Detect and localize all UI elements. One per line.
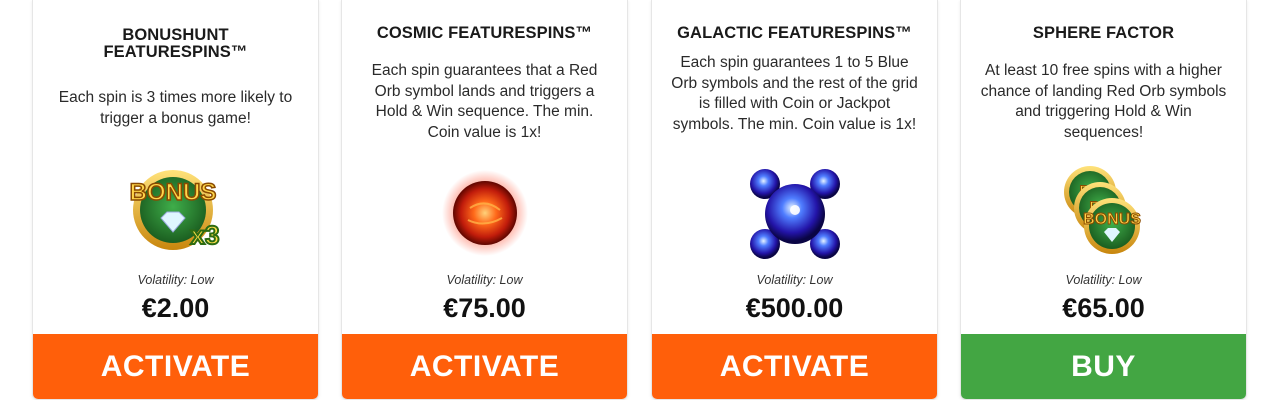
feature-card-sphere-factor: SPHERE FACTOR At least 10 free spins wit… xyxy=(960,0,1247,400)
blue-orbs-icon xyxy=(747,166,843,262)
red-orb-icon xyxy=(440,168,530,258)
price-label: €75.00 xyxy=(443,293,526,323)
svg-text:x3: x3 xyxy=(190,220,219,250)
feature-card-bonushunt: BONUSHUNT FEATURESPINS™ Each spin is 3 t… xyxy=(32,0,319,400)
buy-button[interactable]: BUY xyxy=(961,334,1246,399)
activate-button[interactable]: ACTIVATE xyxy=(33,334,318,399)
activate-button[interactable]: ACTIVATE xyxy=(652,334,937,399)
bonus-x3-coin-icon: BONUS x3 xyxy=(121,160,231,260)
card-description: At least 10 free spins with a higher cha… xyxy=(980,62,1227,141)
card-title: COSMIC FEATURESPINS™ xyxy=(376,24,593,42)
volatility-label: Volatility: Low xyxy=(446,273,523,287)
card-title: GALACTIC FEATURESPINS™ xyxy=(677,24,912,42)
price-label: €65.00 xyxy=(1062,293,1145,323)
stacked-bonus-coins-icon: BO BO BONUS xyxy=(1054,162,1154,262)
svg-text:BONUS: BONUS xyxy=(129,179,216,206)
volatility-label: Volatility: Low xyxy=(756,273,833,287)
card-description: Each spin guarantees that a Red Orb symb… xyxy=(371,62,598,141)
price-label: €500.00 xyxy=(745,293,844,323)
feature-card-galactic: GALACTIC FEATURESPINS™ Each spin guarant… xyxy=(651,0,938,400)
svg-text:BONUS: BONUS xyxy=(1083,211,1141,228)
card-description: Each spin is 3 times more likely to trig… xyxy=(58,89,293,127)
card-title: SPHERE FACTOR xyxy=(1032,24,1175,42)
feature-card-cosmic: COSMIC FEATURESPINS™ Each spin guarantee… xyxy=(341,0,628,400)
volatility-label: Volatility: Low xyxy=(137,273,214,287)
volatility-label: Volatility: Low xyxy=(1065,273,1142,287)
card-description: Each spin guarantees 1 to 5 Blue Orb sym… xyxy=(671,54,918,133)
price-label: €2.00 xyxy=(141,293,210,323)
activate-button[interactable]: ACTIVATE xyxy=(342,334,627,399)
card-title: BONUSHUNT FEATURESPINS™ xyxy=(103,26,248,61)
